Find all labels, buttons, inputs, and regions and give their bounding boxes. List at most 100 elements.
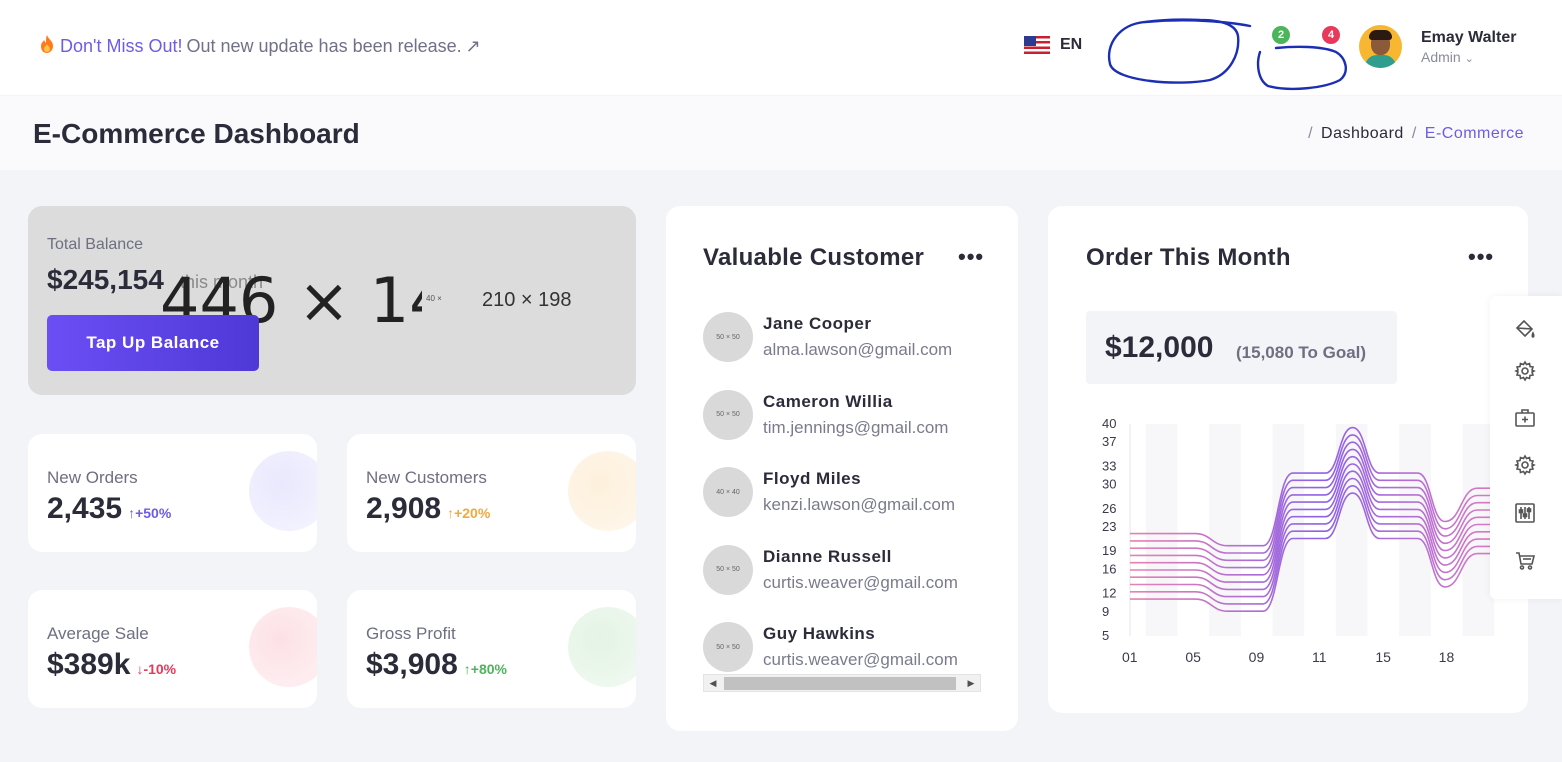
scroll-left-icon[interactable]: ◀: [704, 675, 722, 691]
external-link-icon[interactable]: ↗: [466, 36, 481, 57]
customer-avatar: 40 × 40: [703, 467, 753, 517]
page-header: E-Commerce Dashboard / Dashboard / E-Com…: [0, 96, 1562, 170]
x-tick-label: 01: [1122, 649, 1138, 665]
y-tick-label: 23: [1102, 519, 1116, 534]
horizontal-scrollbar[interactable]: ◀ ▶: [703, 674, 981, 692]
list-item[interactable]: 50 × 50 Cameron Willia tim.jennings@gmai…: [703, 386, 981, 464]
y-tick-label: 5: [1102, 628, 1109, 643]
total-balance-card: Total Balance $245,154 this month 446 × …: [28, 206, 636, 395]
chart-series-line: [1130, 470, 1510, 591]
chart-series-line: [1129, 484, 1510, 605]
stat-label: Gross Profit: [366, 624, 456, 643]
x-tick-label: 05: [1185, 649, 1201, 665]
balance-value: $245,154: [47, 264, 164, 295]
card-title: Order This Month: [1086, 244, 1291, 271]
notification-badge[interactable]: 2: [1272, 26, 1290, 44]
language-selector[interactable]: EN: [1024, 36, 1082, 54]
stat-label: New Customers: [366, 468, 487, 487]
breadcrumb-current: E-Commerce: [1424, 125, 1524, 142]
us-flag-icon: [1024, 36, 1050, 54]
scroll-right-icon[interactable]: ▶: [962, 675, 980, 691]
x-tick-label: 09: [1249, 649, 1265, 665]
chart-series-line: [1130, 463, 1510, 583]
chart-series-line: [1130, 434, 1510, 554]
fire-icon: [38, 34, 56, 59]
order-chart: 5 9 12 16 19 23 26 30 33 37 40 01 05 09 11 15 18: [1102, 416, 1511, 665]
stat-change: ↑+20%: [447, 505, 491, 521]
chart-series-line: [1130, 426, 1511, 547]
chart-series-line: [1129, 492, 1510, 612]
scribble-annotation: [1107, 18, 1347, 91]
customer-name: Jane Cooper: [763, 314, 872, 333]
customer-email: alma.lawson@gmail.com: [763, 340, 953, 359]
customer-avatar: 50 × 50: [703, 312, 753, 362]
valuable-customer-card: Valuable Customer ••• 50 × 50 Jane Coope…: [666, 206, 1018, 731]
list-item[interactable]: 50 × 50 Jane Cooper alma.lawson@gmail.co…: [703, 308, 981, 386]
order-this-month-card: Order This Month ••• $12,000 (15,080 To …: [1048, 206, 1528, 713]
list-item[interactable]: 40 × 40 Floyd Miles kenzi.lawson@gmail.c…: [703, 463, 981, 541]
promo-highlight-link[interactable]: Don't Miss Out!: [60, 36, 182, 57]
y-tick-label: 19: [1102, 543, 1116, 558]
user-role: Admin ⌄: [1421, 49, 1474, 65]
customer-email: kenzi.lawson@gmail.com: [763, 495, 956, 514]
settings-icon[interactable]: [1513, 453, 1537, 477]
chart-column-band: [1399, 424, 1431, 636]
user-menu[interactable]: Emay Walter Admin ⌄: [1421, 29, 1516, 65]
medical-kit-icon[interactable]: [1513, 406, 1537, 430]
y-tick-label: 12: [1102, 586, 1116, 601]
breadcrumb: / Dashboard / E-Commerce: [1308, 125, 1524, 143]
x-tick-label: 18: [1439, 649, 1455, 665]
chart-series-line: [1130, 455, 1510, 576]
paint-bucket-icon[interactable]: [1513, 318, 1537, 342]
customer-name: Dianne Russell: [763, 546, 892, 566]
card-title: Valuable Customer: [703, 244, 925, 271]
order-goal-summary: $12,000 (15,080 To Goal): [1086, 311, 1397, 384]
y-tick-label: 16: [1102, 561, 1116, 576]
x-tick-label: 11: [1312, 649, 1327, 665]
language-label: EN: [1060, 36, 1083, 53]
gear-icon[interactable]: [1513, 359, 1537, 383]
customer-name: Guy Hawkins: [763, 624, 876, 643]
chevron-down-icon: ⌄: [1464, 53, 1474, 65]
user-name: Emay Walter: [1421, 29, 1517, 46]
image-placeholder-small: 40 ×: [426, 294, 442, 303]
arrow-up-icon: ↑: [463, 661, 471, 677]
top-navbar: Don't Miss Out! Out new update has been r…: [0, 0, 1562, 95]
chart-column-band: [1145, 424, 1178, 636]
stat-card-gross-profit: Gross Profit $3,908 ↑+80%: [347, 590, 636, 708]
promo-banner: Don't Miss Out! Out new update has been r…: [38, 34, 481, 59]
chart-series-line: [1130, 477, 1510, 598]
avatar[interactable]: [1359, 25, 1402, 68]
stat-change: ↓-10%: [136, 661, 177, 677]
stat-card-new-customers: New Customers 2,908 ↑+20%: [347, 434, 636, 552]
customer-email: curtis.weaver@gmail.com: [763, 572, 958, 592]
order-amount: $12,000: [1105, 331, 1214, 364]
chart-series-line: [1129, 441, 1510, 562]
sliders-icon[interactable]: [1513, 501, 1537, 525]
stat-change: ↑+50%: [128, 505, 172, 521]
customer-list: 50 × 50 Jane Cooper alma.lawson@gmail.co…: [703, 308, 981, 696]
y-tick-label: 26: [1102, 501, 1116, 516]
tap-up-balance-button[interactable]: Tap Up Balance: [47, 315, 259, 371]
customizer-dock: [1490, 296, 1562, 599]
order-goal: (15,080 To Goal): [1236, 343, 1367, 362]
list-item[interactable]: 50 × 50 Dianne Russell curtis.weaver@gma…: [703, 541, 981, 619]
breadcrumb-dashboard[interactable]: Dashboard: [1321, 125, 1404, 143]
customer-name: Floyd Miles: [763, 469, 862, 488]
chart-series-line: [1129, 448, 1510, 569]
customer-email: tim.jennings@gmail.com: [763, 417, 949, 437]
more-options-icon[interactable]: •••: [958, 244, 984, 270]
customer-email: curtis.weaver@gmail.com: [763, 650, 958, 669]
customer-avatar: 50 × 50: [703, 622, 753, 672]
stat-value: $389k ↓-10%: [47, 648, 177, 681]
customer-avatar: 50 × 50: [703, 389, 753, 440]
customer-avatar: 50 × 50: [703, 544, 753, 595]
cart-icon[interactable]: [1513, 548, 1537, 572]
y-tick-label: 37: [1102, 434, 1116, 449]
scrollbar-thumb[interactable]: [724, 677, 956, 690]
alert-badge[interactable]: 4: [1322, 26, 1340, 44]
stat-card-new-orders: New Orders 2,435 ↑+50%: [28, 434, 317, 552]
customer-name: Cameron Willia: [763, 391, 893, 411]
stat-value: $3,908 ↑+80%: [366, 648, 507, 681]
more-options-icon[interactable]: •••: [1468, 244, 1494, 270]
